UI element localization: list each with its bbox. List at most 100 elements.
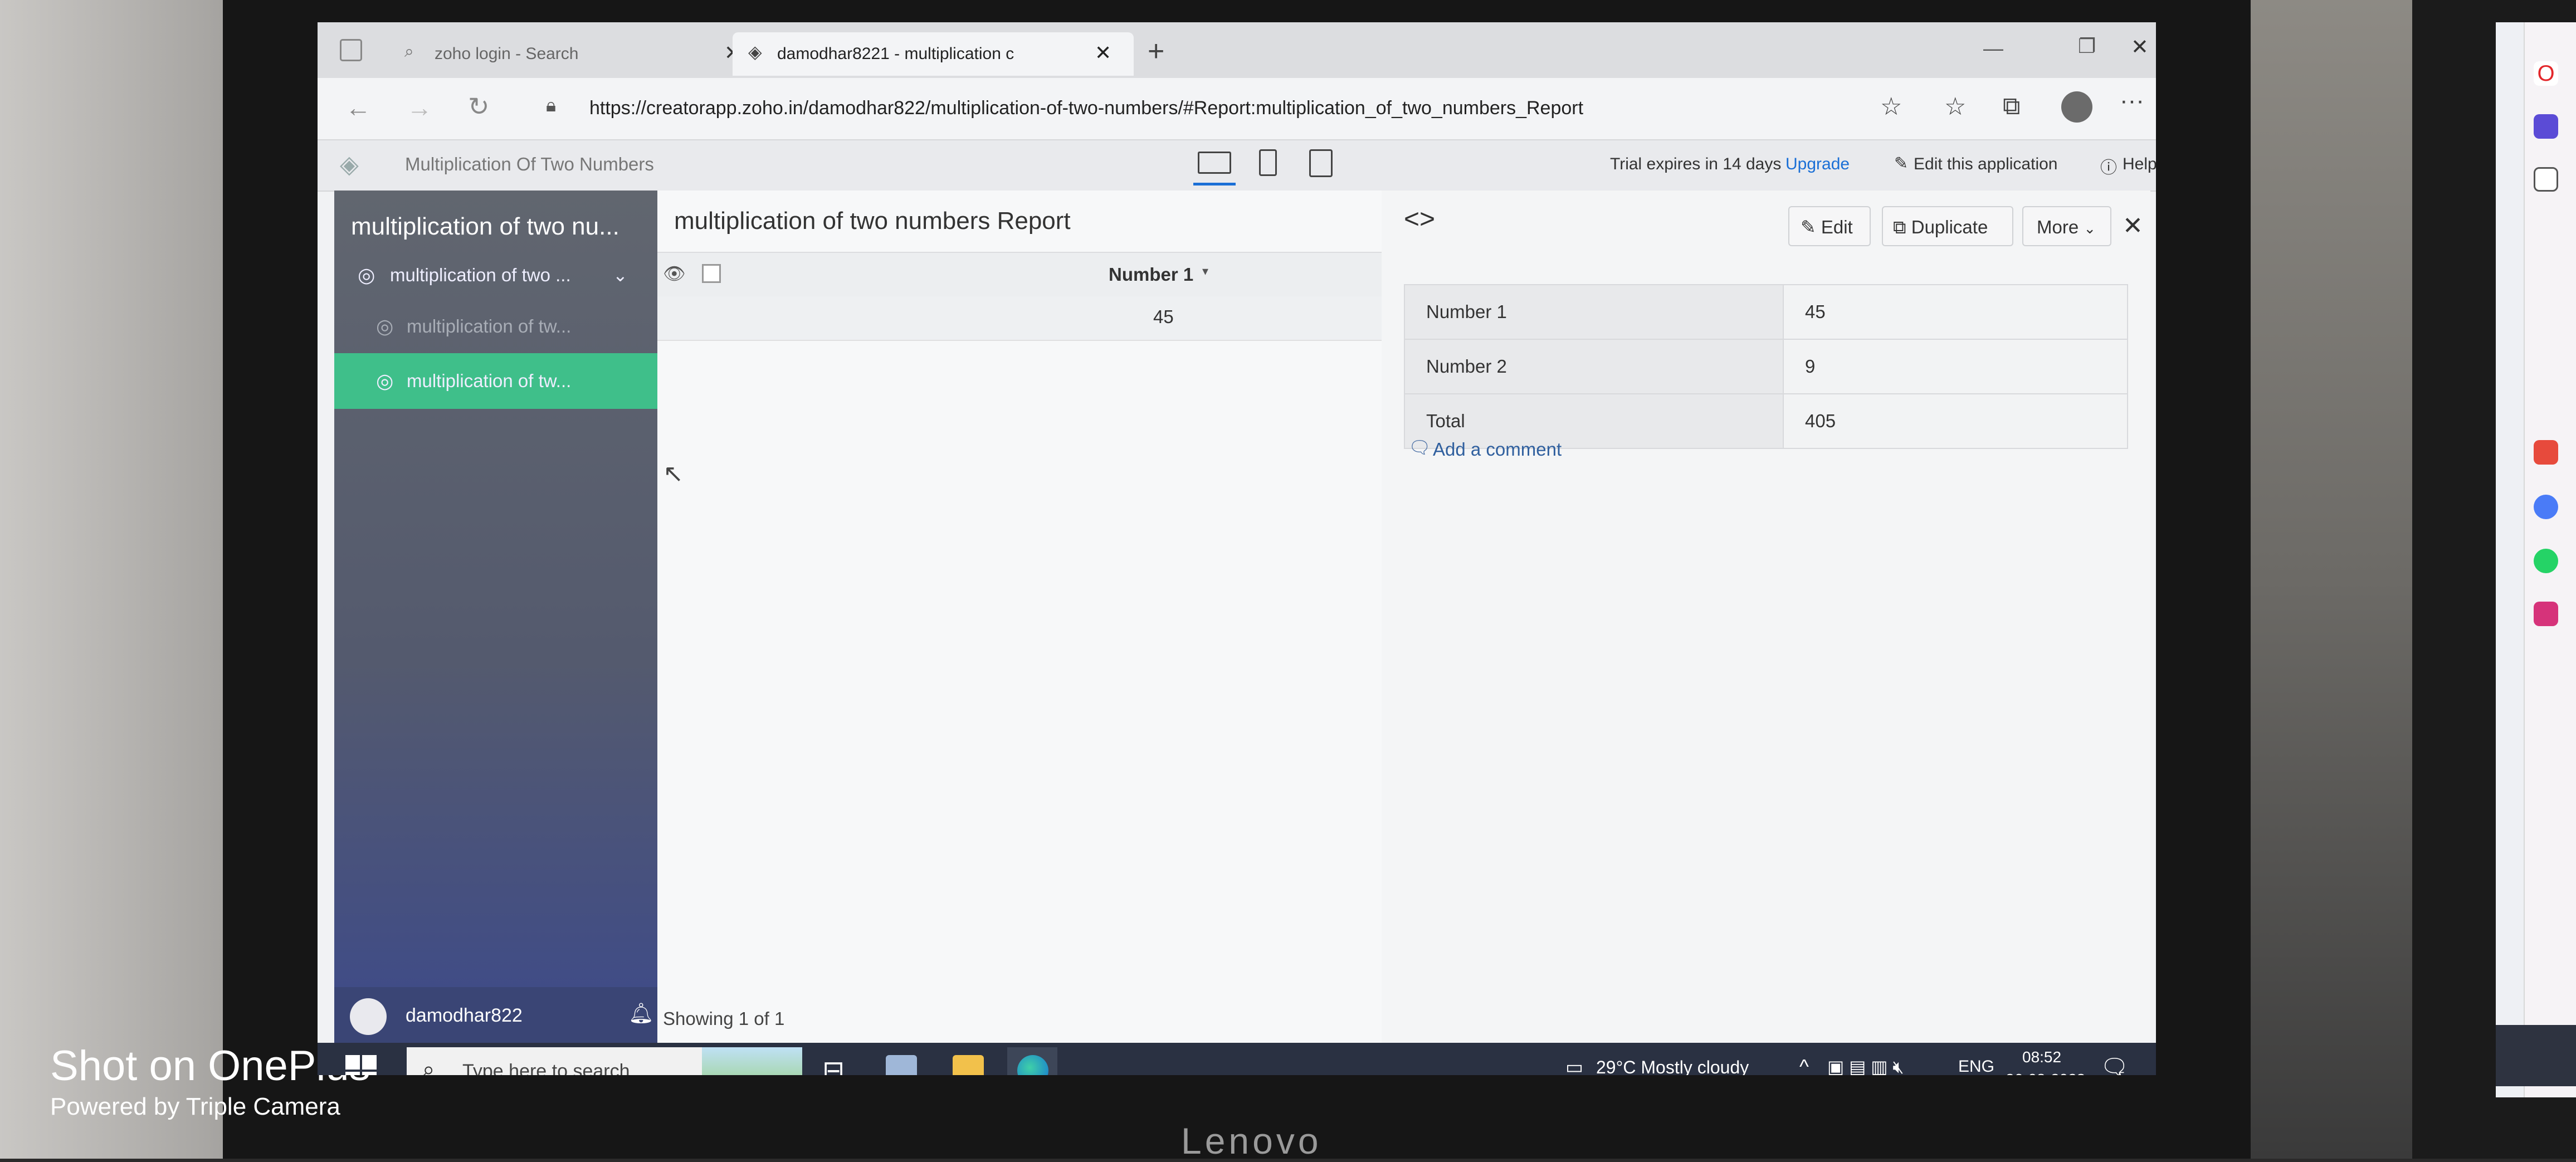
eye-icon[interactable]: 👁︎ <box>663 263 686 284</box>
field-row: Number 1 45 <box>1404 285 2128 340</box>
sidebar-item-label: multiplication of tw... <box>407 370 572 391</box>
upgrade-link[interactable]: Upgrade <box>1785 155 1850 174</box>
code-icon[interactable]: <> <box>1404 204 1435 235</box>
field-label: Number 1 <box>1404 285 1784 340</box>
report-panel: multiplication of two numbers Report 👁︎ … <box>657 191 1383 1043</box>
mobile-view-icon[interactable] <box>1259 149 1277 176</box>
tab-zoho-search[interactable]: ⌕ zoho login - Search ✕ <box>390 32 752 76</box>
sidebar-item-label: multiplication of tw... <box>407 316 572 336</box>
lock-icon[interactable]: 🔒︎ <box>546 95 556 116</box>
sidebar-user-panel: damodhar822 🔔︎ <box>334 987 657 1043</box>
select-all-checkbox[interactable] <box>702 264 721 283</box>
tab-actions-icon[interactable] <box>340 39 362 61</box>
notification-bell-icon[interactable]: 🔔︎ <box>628 1002 654 1025</box>
sidebar-item-subform[interactable]: ◎ multiplication of tw... <box>334 299 657 354</box>
restore-icon[interactable]: ❐ <box>2078 35 2096 58</box>
edge-active-tab[interactable] <box>1007 1047 1057 1075</box>
sidebar-item-form[interactable]: ◎ multiplication of two ... ⌄ <box>334 247 657 303</box>
edit-label: Edit <box>1821 217 1853 237</box>
monitor-brand: Lenovo <box>1181 1120 1322 1161</box>
more-button[interactable]: More ⌄ <box>2022 206 2111 246</box>
weather-text[interactable]: 29°C Mostly cloudy <box>1596 1057 1749 1075</box>
edge-icon <box>1017 1055 1048 1075</box>
sidebar-item-report[interactable]: ◎ multiplication of tw... <box>334 353 657 409</box>
record-fields-table: Number 1 45 Number 2 9 Total 405 <box>1404 284 2128 449</box>
app-icon[interactable] <box>886 1055 917 1075</box>
edit-record-button[interactable]: ✎ Edit <box>1788 206 1871 246</box>
minimize-icon[interactable]: — <box>1983 37 2003 60</box>
duplicate-label: Duplicate <box>1911 217 1988 237</box>
whatsapp-icon <box>2534 549 2558 573</box>
column-header-number1[interactable]: Number 1 <box>1109 264 1193 285</box>
field-value: 405 <box>1783 394 2128 449</box>
favorites-icon[interactable]: ☆ <box>1944 92 1966 121</box>
record-count: Showing 1 of 1 <box>663 1008 785 1029</box>
back-icon[interactable]: ← <box>345 92 371 123</box>
url-input[interactable]: https://creatorapp.zoho.in/damodhar822/m… <box>589 90 2156 126</box>
task-view-icon[interactable]: ⊟ <box>822 1055 853 1075</box>
duplicate-record-button[interactable]: ⧉ Duplicate <box>1882 206 2013 246</box>
forward-icon[interactable]: → <box>407 92 432 123</box>
clock-date[interactable]: 26-08-2023 <box>2006 1071 2085 1075</box>
table-header: 👁︎ Number 1 ▾ <box>657 252 1382 297</box>
comment-icon: 🗨︎ <box>1408 437 1431 457</box>
avatar[interactable] <box>350 998 387 1035</box>
file-explorer-icon[interactable] <box>953 1055 984 1075</box>
close-panel-icon[interactable]: ✕ <box>2123 212 2143 240</box>
cell-number1: 45 <box>1153 306 1174 327</box>
app-sidebar: multiplication of two nu... ◎ multiplica… <box>334 191 657 1043</box>
field-row: Number 2 9 <box>1404 339 2128 394</box>
tray-icons[interactable]: ▣ ▤ ▥ 🔇︎ <box>1827 1056 1904 1075</box>
username: damodhar822 <box>406 1005 523 1026</box>
tab-label: damodhar8221 - multiplication c <box>777 45 1014 63</box>
edit-application-button[interactable]: Edit this application <box>1914 155 2058 174</box>
camera-watermark-sub: Powered by Triple Camera <box>50 1093 340 1120</box>
more-label: More <box>2037 217 2079 237</box>
zoho-favicon-icon: ◈ <box>748 42 762 62</box>
taskbar-search-input[interactable]: ⌕ Type here to search <box>407 1047 802 1075</box>
chevron-down-icon[interactable]: ⌄ <box>613 247 628 303</box>
weather-icon[interactable]: ▭ <box>1565 1056 1583 1075</box>
sidebar-item-label: multiplication of two ... <box>390 265 571 285</box>
chevron-up-icon[interactable]: ^ <box>1799 1055 1809 1075</box>
messenger-icon <box>2534 495 2558 519</box>
table-row[interactable]: 45 <box>657 296 1382 341</box>
record-detail-panel: <> ✎ Edit ⧉ Duplicate More ⌄ ✕ Number 1 … <box>1382 191 2150 1043</box>
chevron-down-icon: ⌄ <box>2084 220 2096 237</box>
active-view-indicator <box>1193 183 1236 185</box>
browser-tab-bar: ⌕ zoho login - Search ✕ ◈ damodhar8221 -… <box>318 22 2156 78</box>
refresh-icon[interactable]: ↻ <box>468 91 490 121</box>
screen: ⌕ zoho login - Search ✕ ◈ damodhar8221 -… <box>318 22 2156 1075</box>
mouse-cursor-icon: ↖ <box>663 460 684 487</box>
tab-label: zoho login - Search <box>435 45 579 63</box>
home-icon <box>2534 114 2558 139</box>
new-tab-icon[interactable]: + <box>1148 37 1164 66</box>
collections-icon[interactable]: ⧉ <box>2003 92 2020 120</box>
more-menu-icon[interactable]: ··· <box>2120 87 2144 115</box>
field-label: Number 2 <box>1404 339 1784 394</box>
language-indicator[interactable]: ENG <box>1958 1057 1994 1075</box>
add-favorite-icon[interactable]: ☆ <box>1880 92 1902 121</box>
profile-avatar[interactable] <box>2061 91 2092 123</box>
desktop-view-icon[interactable] <box>1198 152 1231 174</box>
duplicate-icon: ⧉ <box>1893 217 1906 237</box>
sort-icon[interactable]: ▾ <box>1202 264 1208 279</box>
address-bar: ← → ↻ 🔒︎ https://creatorapp.zoho.in/damo… <box>318 78 2156 140</box>
help-button[interactable]: Help <box>2123 155 2156 174</box>
notification-count: 5 <box>2118 1070 2125 1075</box>
close-window-icon[interactable]: ✕ <box>2131 35 2149 60</box>
close-tab-icon[interactable]: ✕ <box>1095 41 1111 65</box>
instagram-icon <box>2534 602 2558 626</box>
search-highlight-image <box>702 1047 802 1075</box>
app-icon <box>2534 440 2558 465</box>
add-comment-link[interactable]: Add a comment <box>1433 439 1562 460</box>
zoho-home-icon[interactable]: ◈ <box>340 150 359 179</box>
globe-icon: ◎ <box>376 315 394 338</box>
trial-text: Trial expires in 14 days <box>1610 155 1782 173</box>
second-monitor-taskbar <box>2496 1025 2576 1086</box>
clock-time[interactable]: 08:52 <box>2022 1048 2061 1066</box>
tablet-view-icon[interactable] <box>1309 149 1333 177</box>
tab-report[interactable]: ◈ damodhar8221 - multiplication c ✕ <box>733 32 1134 76</box>
windows-start-icon[interactable] <box>345 1055 377 1075</box>
search-icon: ⌕ <box>422 1057 435 1075</box>
